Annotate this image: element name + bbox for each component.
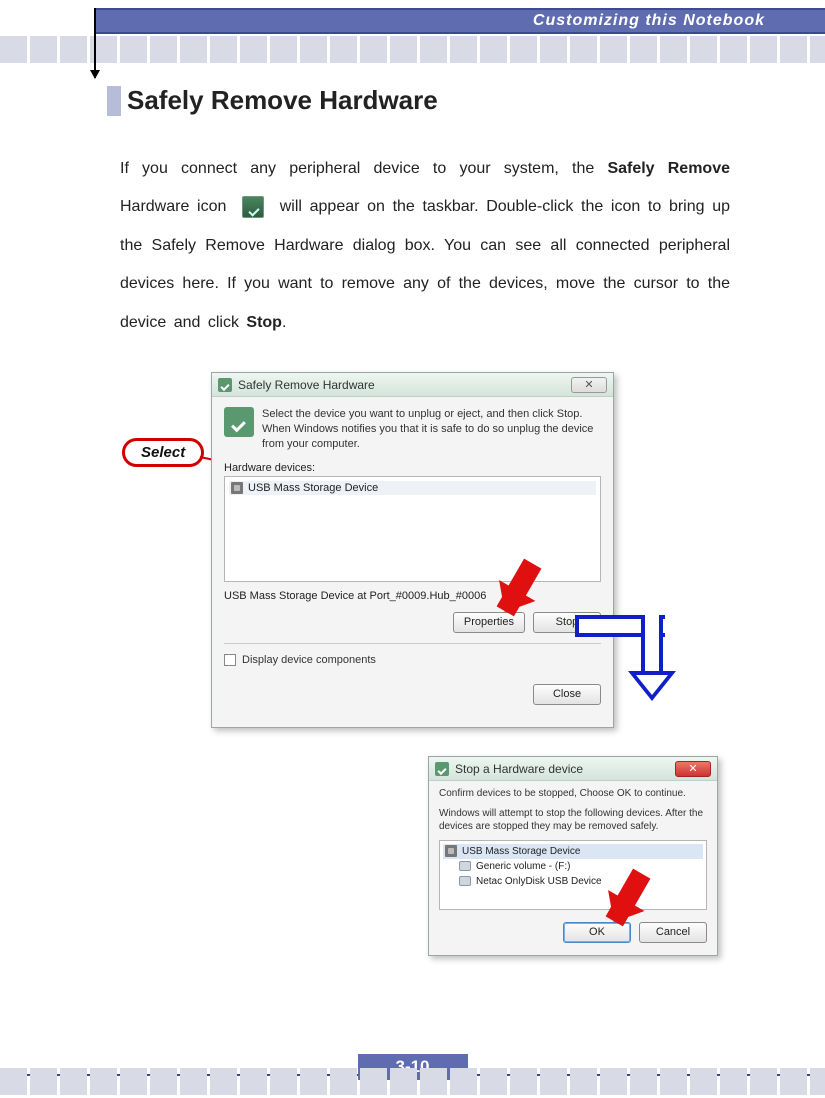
text-bold: Stop: [246, 314, 282, 331]
intro-paragraph: If you connect any peripheral device to …: [120, 150, 730, 342]
dialog2-line2: Windows will attempt to stop the followi…: [439, 807, 707, 834]
stop-devices-listbox[interactable]: USB Mass Storage Device Generic volume -…: [439, 840, 707, 910]
stop-item-text: Generic volume - (F:): [476, 859, 570, 874]
display-components-checkbox[interactable]: [224, 654, 236, 666]
usb-icon: [445, 845, 457, 857]
safely-remove-icon: [218, 378, 232, 392]
text-run: will appear on the taskbar. Double-click…: [120, 198, 730, 330]
bottom-square-strip: [0, 1068, 825, 1098]
chapter-header: Customizing this Notebook: [95, 8, 825, 34]
stop-device-item[interactable]: Generic volume - (F:): [443, 859, 703, 874]
volume-icon: [459, 861, 471, 871]
safely-remove-hardware-dialog: Safely Remove Hardware ✕ Select the devi…: [211, 372, 614, 728]
select-callout: Select: [122, 438, 204, 467]
safely-remove-tray-icon: [242, 196, 264, 218]
cancel-button[interactable]: Cancel: [639, 922, 707, 943]
text-run: .: [282, 314, 286, 331]
dialog2-title: Stop a Hardware device: [455, 762, 583, 776]
dialog1-instruction: Select the device you want to unplug or …: [262, 407, 601, 452]
device-list-item[interactable]: USB Mass Storage Device: [229, 481, 596, 495]
stop-item-text: USB Mass Storage Device: [462, 844, 580, 859]
callout-label: Select: [141, 444, 185, 461]
display-components-label: Display device components: [242, 654, 376, 666]
section-arrow-icon: [94, 8, 96, 78]
disk-icon: [459, 876, 471, 886]
stop-device-item[interactable]: Netac OnlyDisk USB Device: [443, 874, 703, 889]
dialog2-close-button[interactable]: ✕: [675, 761, 711, 777]
top-square-strip: [0, 36, 825, 66]
section-title: Safely Remove Hardware: [127, 85, 438, 116]
text-bold: Safely Remove: [607, 160, 730, 177]
close-button[interactable]: Close: [533, 684, 601, 705]
safely-remove-large-icon: [224, 407, 254, 437]
dialog1-close-button[interactable]: ✕: [571, 377, 607, 393]
text-run: If you connect any peripheral device to …: [120, 160, 607, 177]
dialog2-line1: Confirm devices to be stopped, Choose OK…: [439, 787, 707, 801]
safely-remove-icon: [435, 762, 449, 776]
dialog2-titlebar[interactable]: Stop a Hardware device ✕: [429, 757, 717, 781]
device-status-text: USB Mass Storage Device at Port_#0009.Hu…: [224, 590, 601, 602]
dialog1-title: Safely Remove Hardware: [238, 378, 375, 392]
device-item-text: USB Mass Storage Device: [248, 482, 378, 494]
dialog1-titlebar[interactable]: Safely Remove Hardware ✕: [212, 373, 613, 397]
section-bullet-icon: [107, 86, 121, 116]
text-run: Hardware icon: [120, 198, 234, 215]
stop-item-text: Netac OnlyDisk USB Device: [476, 874, 602, 889]
hardware-devices-listbox[interactable]: USB Mass Storage Device: [224, 476, 601, 582]
section-heading: Safely Remove Hardware: [107, 85, 438, 116]
dialog-separator: [224, 643, 601, 644]
stop-hardware-device-dialog: Stop a Hardware device ✕ Confirm devices…: [428, 756, 718, 956]
stop-device-item[interactable]: USB Mass Storage Device: [443, 844, 703, 859]
hardware-devices-label: Hardware devices:: [224, 462, 601, 474]
usb-icon: [231, 482, 243, 494]
chapter-title: Customizing this Notebook: [533, 12, 765, 30]
